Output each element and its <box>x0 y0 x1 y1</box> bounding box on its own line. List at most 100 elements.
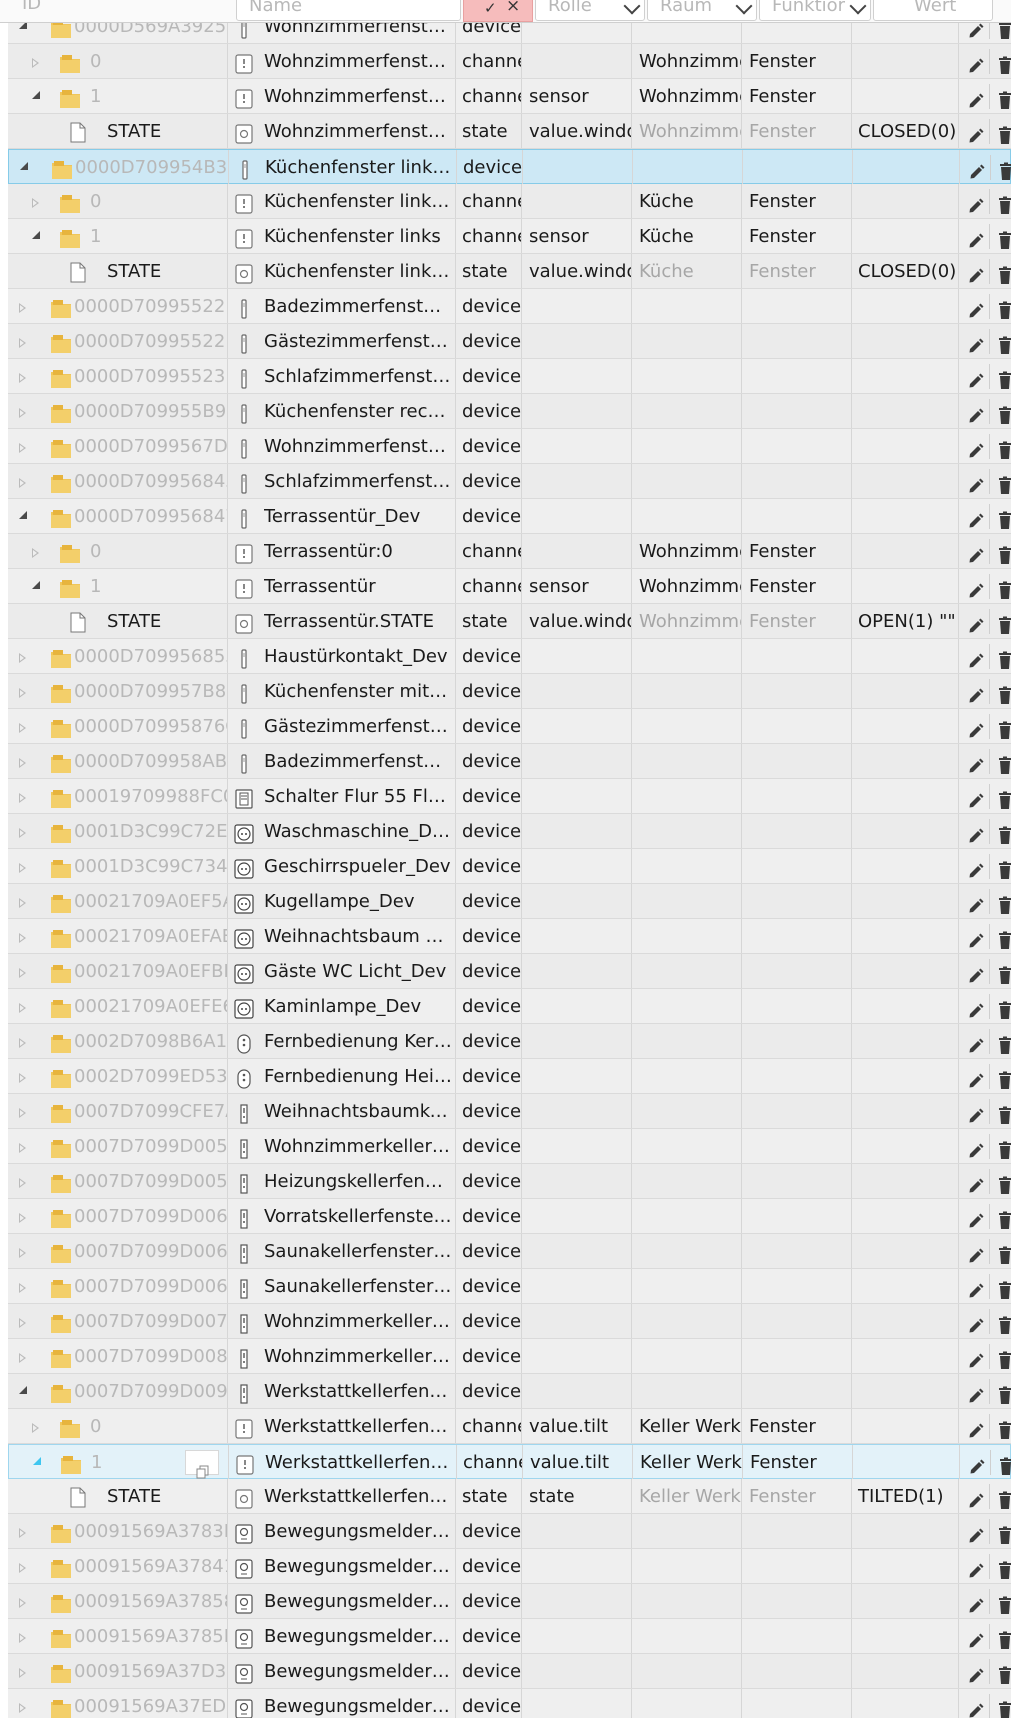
channel-row[interactable]: 0 Werkstattkellerfenst... channe value.tilt… <box>8 1409 1011 1444</box>
delete-icon[interactable] <box>996 437 1011 459</box>
delete-icon[interactable] <box>996 542 1011 564</box>
delete-icon[interactable] <box>996 647 1011 669</box>
expand-toggle-icon[interactable] <box>32 198 39 208</box>
expand-toggle-icon[interactable] <box>19 793 26 803</box>
expand-toggle-icon[interactable] <box>19 653 26 663</box>
state-row[interactable]: STATE Wohnzimmerfenster... state value.wind… <box>8 114 1011 149</box>
value-filter-input[interactable]: Wert <box>873 0 993 21</box>
device-row[interactable]: 0000D70995522B Gästezimmerfenste... device <box>8 324 1011 359</box>
device-row[interactable]: 0000D709956853 Haustürkontakt_Dev device <box>8 639 1011 674</box>
expand-toggle-icon[interactable] <box>19 1318 26 1328</box>
expand-toggle-icon[interactable] <box>19 443 26 453</box>
device-row[interactable]: 0000D70995876C Gästezimmerfenste... device <box>8 709 1011 744</box>
channel-row[interactable]: 0 Terrassentür:0 channe Wohnzimme Fenster <box>8 534 1011 569</box>
edit-icon[interactable] <box>967 437 985 458</box>
edit-icon[interactable] <box>967 367 985 388</box>
edit-icon[interactable] <box>967 1417 985 1438</box>
channel-row[interactable]: 1 Wohnzimmerfenster... channe sensor Wohnzim… <box>8 79 1011 114</box>
device-row[interactable]: 0000D709958ABE Badezimmerfenster ... devic… <box>8 744 1011 779</box>
device-row[interactable]: 00021709A0EFE6 Kaminlampe_Dev device <box>8 989 1011 1024</box>
delete-icon[interactable] <box>996 1417 1011 1439</box>
edit-icon[interactable] <box>967 87 985 108</box>
delete-icon[interactable] <box>996 577 1011 599</box>
expand-toggle-icon[interactable] <box>19 688 26 698</box>
delete-icon[interactable] <box>996 1347 1011 1369</box>
device-row[interactable]: 00091569A3783F Bewegungsmelder ... device <box>8 1514 1011 1549</box>
edit-icon[interactable] <box>967 1557 985 1578</box>
expand-toggle-icon[interactable] <box>19 1108 26 1118</box>
edit-icon[interactable] <box>967 997 985 1018</box>
edit-icon[interactable] <box>967 1172 985 1193</box>
channel-row[interactable]: 1 Werkstattkellerfenst... channe value.tilt… <box>8 1444 1011 1479</box>
device-row[interactable]: 0000D709954B35 Küchenfenster links... devi… <box>8 149 1011 184</box>
expand-toggle-icon[interactable] <box>32 548 39 558</box>
edit-icon[interactable] <box>967 1592 985 1613</box>
delete-icon[interactable] <box>996 227 1011 249</box>
device-row[interactable]: 00091569A3785E Bewegungsmelder ... device <box>8 1619 1011 1654</box>
device-row[interactable]: 0000D709955B95 Küchenfenster recht... devi… <box>8 394 1011 429</box>
device-row[interactable]: 0000D709956845 Schlafzimmerfenste... devic… <box>8 464 1011 499</box>
expand-toggle-icon[interactable] <box>19 1213 26 1223</box>
edit-icon[interactable] <box>967 262 985 283</box>
edit-icon[interactable] <box>967 1277 985 1298</box>
expand-toggle-icon[interactable] <box>19 898 26 908</box>
device-row[interactable]: 0002D7098B6A10 Fernbedienung Kers... devic… <box>8 1024 1011 1059</box>
delete-icon[interactable] <box>997 1453 1011 1475</box>
edit-icon[interactable] <box>967 1662 985 1683</box>
edit-icon[interactable] <box>967 612 985 633</box>
edit-icon[interactable] <box>967 1627 985 1648</box>
edit-icon[interactable] <box>967 227 985 248</box>
device-row[interactable]: 0001D3C99C72EE Waschmaschine_Dev device <box>8 814 1011 849</box>
delete-icon[interactable] <box>996 1522 1011 1544</box>
collapse-toggle-icon[interactable] <box>32 91 40 99</box>
state-row[interactable]: STATE Küchenfenster links.... state value.w… <box>8 254 1011 289</box>
collapse-toggle-icon[interactable] <box>33 1457 41 1465</box>
device-row[interactable]: 0002D7099ED53E Fernbedienung Heik... devic… <box>8 1059 1011 1094</box>
delete-icon[interactable] <box>996 1627 1011 1649</box>
delete-icon[interactable] <box>996 717 1011 739</box>
channel-row[interactable]: 1 Küchenfenster links channe sensor Küche Fen… <box>8 219 1011 254</box>
edit-icon[interactable] <box>967 52 985 73</box>
clear-filter-button[interactable]: ✓ × <box>463 0 533 22</box>
delete-icon[interactable] <box>996 1242 1011 1264</box>
delete-icon[interactable] <box>996 1697 1011 1718</box>
function-filter-select[interactable]: Funktior <box>759 0 871 21</box>
delete-icon[interactable] <box>996 892 1011 914</box>
collapse-toggle-icon[interactable] <box>20 162 28 170</box>
device-row[interactable]: 0000D709956847 Terrassentür_Dev device <box>8 499 1011 534</box>
delete-icon[interactable] <box>996 262 1011 284</box>
delete-icon[interactable] <box>996 1592 1011 1614</box>
delete-icon[interactable] <box>996 1382 1011 1404</box>
delete-icon[interactable] <box>996 1102 1011 1124</box>
expand-toggle-icon[interactable] <box>19 408 26 418</box>
delete-icon[interactable] <box>996 927 1011 949</box>
edit-icon[interactable] <box>968 158 986 179</box>
edit-icon[interactable] <box>967 787 985 808</box>
expand-toggle-icon[interactable] <box>19 373 26 383</box>
edit-icon[interactable] <box>967 1522 985 1543</box>
edit-icon[interactable] <box>967 1382 985 1403</box>
delete-icon[interactable] <box>996 822 1011 844</box>
expand-toggle-icon[interactable] <box>32 58 39 68</box>
delete-icon[interactable] <box>996 752 1011 774</box>
edit-icon[interactable] <box>967 122 985 143</box>
device-row[interactable]: 00091569A37ED0 Bewegungsmelder ... device <box>8 1689 1011 1718</box>
edit-icon[interactable] <box>967 682 985 703</box>
expand-toggle-icon[interactable] <box>19 478 26 488</box>
expand-toggle-icon[interactable] <box>19 1178 26 1188</box>
edit-icon[interactable] <box>967 402 985 423</box>
edit-icon[interactable] <box>967 1697 985 1718</box>
expand-toggle-icon[interactable] <box>19 1283 26 1293</box>
delete-icon[interactable] <box>996 122 1011 144</box>
edit-icon[interactable] <box>967 1347 985 1368</box>
delete-icon[interactable] <box>996 52 1011 74</box>
expand-toggle-icon[interactable] <box>19 1143 26 1153</box>
delete-icon[interactable] <box>996 297 1011 319</box>
device-row[interactable]: 0000D7099567D3 Wohnzimmerfenster... device <box>8 429 1011 464</box>
device-row[interactable]: 0007D7099D005D Heizungskellerfenst... devi… <box>8 1164 1011 1199</box>
delete-icon[interactable] <box>996 962 1011 984</box>
edit-icon[interactable] <box>967 717 985 738</box>
edit-icon[interactable] <box>967 927 985 948</box>
delete-icon[interactable] <box>996 787 1011 809</box>
expand-toggle-icon[interactable] <box>19 723 26 733</box>
